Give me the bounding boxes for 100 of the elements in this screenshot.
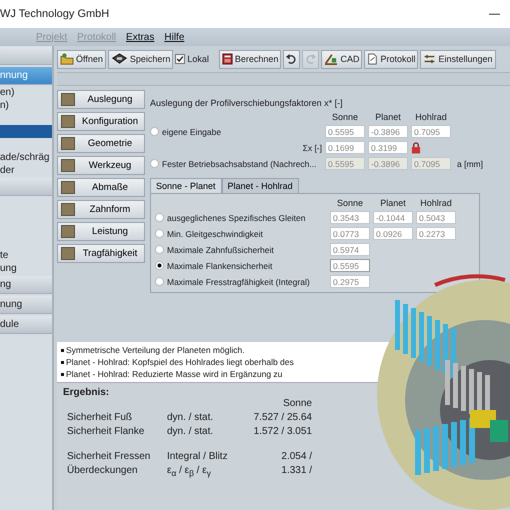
sidebar-header[interactable]: dule bbox=[0, 316, 52, 334]
lokal-checkbox[interactable]: Lokal bbox=[175, 54, 209, 64]
sidebar-item[interactable] bbox=[0, 125, 52, 138]
sidebar-item[interactable]: n) bbox=[0, 99, 52, 112]
section-button[interactable]: Tragfähigkeit bbox=[57, 244, 145, 263]
radio-option[interactable]: Fester Betriebsachsabstand (Nachrech... bbox=[150, 158, 322, 168]
window-title: WJ Technology GmbH bbox=[0, 8, 110, 20]
value-field[interactable]: -0.3896 bbox=[368, 125, 408, 138]
toolbar-button[interactable]: Speichern bbox=[108, 50, 174, 68]
toolbar-button[interactable]: Öffnen bbox=[57, 50, 106, 68]
radio-option[interactable]: ausgeglichenes Spezifisches Gleiten bbox=[155, 212, 327, 222]
result-type: Integral / Blitz bbox=[167, 451, 229, 462]
section-title: Auslegung der Profilverschiebungsfaktoren x* [-] bbox=[150, 98, 344, 108]
sidebar-header[interactable]: ng bbox=[0, 276, 52, 294]
value-field[interactable]: 0.5595 bbox=[325, 125, 365, 138]
column-header: Sonne bbox=[282, 398, 312, 409]
sidebar-header[interactable] bbox=[0, 47, 52, 65]
message-line: Planet - Hohlrad: Reduzierte Masse wird in Ergänzung zu bbox=[66, 368, 282, 380]
sidebar-header[interactable] bbox=[0, 178, 52, 196]
column-header: Hohlrad bbox=[419, 198, 453, 208]
value-field[interactable]: 0.5595 bbox=[330, 259, 370, 272]
section-icon bbox=[61, 247, 75, 260]
toolbar-button[interactable]: CAD bbox=[321, 50, 362, 68]
value-field[interactable]: 0.7095 bbox=[411, 125, 451, 138]
result-type: dyn. / stat. bbox=[167, 412, 214, 423]
toolbar-button[interactable]: Einstellungen bbox=[420, 50, 496, 68]
value-field[interactable]: -0.1044 bbox=[373, 211, 413, 224]
drafting-icon bbox=[324, 53, 338, 65]
lock-icon[interactable] bbox=[411, 142, 421, 154]
section-icon bbox=[61, 137, 75, 150]
settings-icon bbox=[423, 53, 436, 65]
column-header: Sonne bbox=[336, 198, 364, 208]
section-icon bbox=[61, 93, 75, 106]
section-button[interactable]: Zahnform bbox=[57, 200, 145, 219]
bullet-icon bbox=[61, 360, 64, 364]
column-header: Hohlrad bbox=[414, 112, 448, 122]
tab[interactable]: Planet - Hohlrad bbox=[222, 178, 299, 193]
result-label: Sicherheit Flanke bbox=[67, 426, 146, 437]
result-value: 2.054 / bbox=[280, 451, 312, 462]
section-icon bbox=[61, 159, 75, 172]
result-type: dyn. / stat. bbox=[167, 426, 214, 437]
radio-option[interactable]: Maximale Zahnfußsicherheit bbox=[155, 244, 327, 254]
unit-label: a [mm] bbox=[456, 158, 484, 168]
checkbox-label: Lokal bbox=[187, 54, 209, 64]
sidebar-item[interactable]: ade/schräg bbox=[0, 151, 52, 164]
value-field[interactable]: 0.2273 bbox=[416, 227, 456, 240]
sidebar-item[interactable]: ung bbox=[0, 262, 52, 275]
section-icon bbox=[61, 225, 75, 238]
section-button[interactable]: Auslegung bbox=[57, 90, 145, 109]
column-header: Sonne bbox=[330, 112, 360, 122]
section-icon bbox=[61, 203, 75, 216]
document-icon bbox=[367, 53, 378, 65]
value-field[interactable]: 0.5043 bbox=[416, 211, 456, 224]
radio-option[interactable]: eigene Eingabe bbox=[150, 126, 322, 136]
value-field[interactable]: 0.5974 bbox=[330, 243, 370, 256]
toolbar-button[interactable] bbox=[283, 50, 300, 68]
result-value: 1.572 / 3.051 bbox=[252, 426, 312, 437]
section-button[interactable]: Abmaße bbox=[57, 178, 145, 197]
toolbar-button[interactable]: Protokoll bbox=[364, 50, 418, 68]
minimize-button[interactable]: — bbox=[485, 8, 504, 20]
sidebar-item[interactable]: en) bbox=[0, 86, 52, 99]
value-field[interactable]: 0.1699 bbox=[325, 141, 365, 154]
result-label: Sicherheit Fressen bbox=[67, 451, 152, 462]
column-header: Planet bbox=[374, 112, 402, 122]
section-button[interactable]: Konfiguration bbox=[57, 112, 145, 131]
tab[interactable]: Sonne - Planet bbox=[150, 178, 222, 193]
menu-item[interactable]: Hilfe bbox=[164, 32, 184, 42]
folder-icon bbox=[60, 53, 74, 65]
undo-icon bbox=[286, 54, 298, 64]
section-icon bbox=[61, 115, 75, 128]
radio-option[interactable]: Min. Gleitgeschwindigkeit bbox=[155, 228, 327, 238]
value-field[interactable]: 0.3199 bbox=[368, 141, 408, 154]
message-line: Symmetrische Verteilung der Planeten möglich. bbox=[66, 344, 245, 356]
result-value: 1.331 / bbox=[280, 465, 312, 478]
menu-item[interactable]: Extras bbox=[126, 32, 154, 42]
calculator-icon bbox=[222, 53, 233, 65]
section-button[interactable]: Werkzeug bbox=[57, 156, 145, 175]
result-value: 7.527 / 25.64 bbox=[252, 412, 312, 423]
result-type: ε$_{α}$ / ε$_{β}$ / ε$_{γ}$ bbox=[167, 465, 212, 478]
sidebar-item[interactable]: te bbox=[0, 249, 52, 262]
value-field[interactable]: 0.0926 bbox=[373, 227, 413, 240]
value-field[interactable]: 0.3543 bbox=[330, 211, 370, 224]
bullet-icon bbox=[61, 348, 64, 352]
radio-option[interactable]: Maximale Flankensicherheit bbox=[155, 260, 327, 270]
redo-icon bbox=[305, 54, 316, 64]
value-field[interactable]: 0.2975 bbox=[330, 275, 370, 288]
section-icon bbox=[61, 181, 75, 194]
bullet-icon bbox=[61, 372, 64, 376]
section-button[interactable]: Geometrie bbox=[57, 134, 145, 153]
toolbar-button[interactable]: Berechnen bbox=[218, 50, 282, 68]
value-field[interactable]: 0.0773 bbox=[330, 227, 370, 240]
result-label: Überdeckungen bbox=[67, 465, 139, 478]
result-label: Sicherheit Fuß bbox=[67, 412, 134, 423]
message-line: Planet - Hohlrad: Kopfspiel des Hohlrades liegt oberhalb des bbox=[66, 356, 294, 368]
column-header: Planet bbox=[379, 198, 407, 208]
section-button[interactable]: Leistung bbox=[57, 222, 145, 241]
results-title: Ergebnis: bbox=[63, 387, 110, 398]
sidebar-item[interactable]: der bbox=[0, 164, 52, 177]
sidebar-header[interactable]: nung bbox=[0, 296, 52, 314]
radio-option[interactable]: Maximale Fresstragfähigkeit (Integral) bbox=[155, 276, 327, 286]
